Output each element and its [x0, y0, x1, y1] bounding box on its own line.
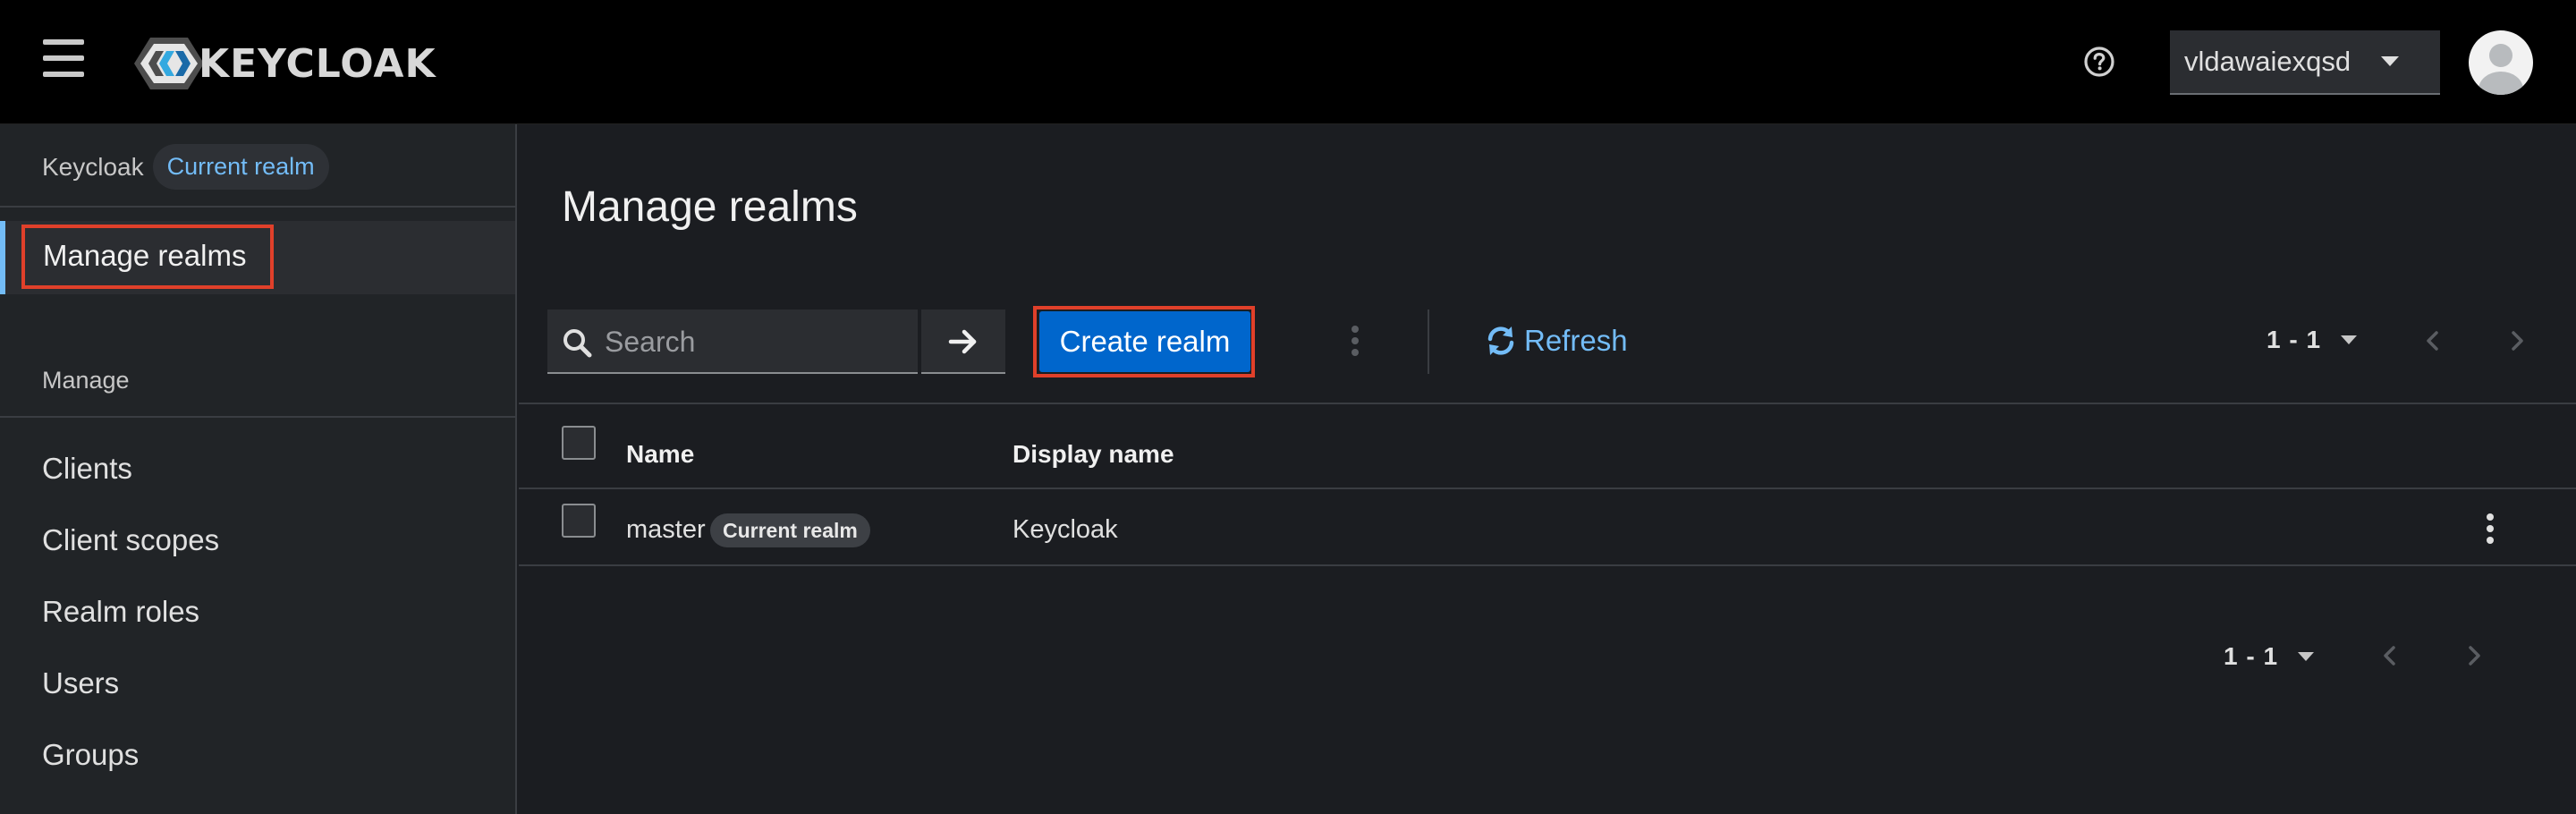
current-realm-badge: Current realm [710, 513, 870, 547]
refresh-button[interactable]: Refresh [1485, 320, 1628, 361]
sidebar-item-manage-realms[interactable]: Manage realms [0, 221, 515, 294]
sidebar-item-label: Manage realms [43, 239, 247, 272]
toolbar-separator [1428, 309, 1429, 374]
username: vldawaiexqsd [2184, 46, 2351, 77]
search-field [547, 309, 918, 374]
masthead: KEYCLOAK vldawaiexqsd [0, 0, 2576, 124]
row-kebab-icon[interactable] [2486, 513, 2495, 548]
keycloak-logo[interactable]: KEYCLOAK [134, 32, 436, 95]
chevron-right-icon[interactable] [2465, 644, 2483, 667]
sidebar-divider [0, 206, 515, 208]
refresh-icon [1487, 326, 1514, 355]
search-icon [564, 329, 592, 358]
column-header-display-name[interactable]: Display name [1013, 440, 1174, 469]
caret-down-icon[interactable] [2341, 335, 2358, 344]
sidebar: Keycloak Current realm Manage realms Man… [0, 124, 517, 814]
realm-context-label: Keycloak [42, 152, 144, 181]
table-header-border [519, 488, 2576, 489]
caret-down-icon [2381, 56, 2399, 66]
active-indicator [0, 221, 5, 294]
table-row-border [519, 564, 2576, 566]
sidebar-item-clients[interactable]: Clients [42, 452, 132, 486]
brand-name: KEYCLOAK [199, 40, 436, 87]
column-header-name[interactable]: Name [626, 440, 694, 469]
search-input[interactable] [603, 309, 911, 374]
toolbar-kebab-icon[interactable] [1351, 326, 1360, 360]
sidebar-item-client-scopes[interactable]: Client scopes [42, 523, 219, 557]
realm-context[interactable]: Keycloak Current realm [42, 142, 329, 191]
hamburger-icon[interactable] [43, 39, 84, 77]
realm-display-name: Keycloak [1013, 515, 1118, 544]
pagination-range: 1 - 1 [2224, 642, 2279, 670]
chevron-left-icon[interactable] [2381, 644, 2399, 667]
current-realm-badge: Current realm [152, 144, 329, 190]
caret-down-icon[interactable] [2298, 652, 2315, 661]
pagination-range: 1 - 1 [2267, 326, 2322, 353]
help-icon[interactable] [2082, 45, 2116, 79]
user-dropdown[interactable]: vldawaiexqsd [2170, 30, 2440, 95]
chevron-right-icon[interactable] [2508, 329, 2526, 352]
create-realm-button[interactable]: Create realm [1039, 311, 1250, 372]
sidebar-divider [0, 416, 515, 418]
table-top-border [519, 403, 2576, 404]
sidebar-item-realm-roles[interactable]: Realm roles [42, 595, 199, 629]
pagination-bottom[interactable]: 1 - 1 [2224, 642, 2315, 671]
sidebar-section-manage: Manage [42, 367, 130, 394]
user-avatar-icon[interactable] [2469, 30, 2533, 95]
row-checkbox[interactable] [562, 504, 596, 538]
arrow-right-icon [948, 329, 977, 354]
sidebar-item-groups[interactable]: Groups [42, 738, 139, 772]
refresh-label: Refresh [1524, 324, 1628, 357]
select-all-checkbox[interactable] [562, 426, 596, 460]
chevron-left-icon[interactable] [2424, 329, 2442, 352]
pagination-top[interactable]: 1 - 1 [2267, 326, 2358, 354]
search-submit-button[interactable] [921, 309, 1005, 374]
realm-name-link[interactable]: master [626, 515, 706, 545]
keycloak-logo-icon [134, 38, 204, 89]
sidebar-item-users[interactable]: Users [42, 666, 119, 700]
page-title: Manage realms [562, 183, 858, 231]
